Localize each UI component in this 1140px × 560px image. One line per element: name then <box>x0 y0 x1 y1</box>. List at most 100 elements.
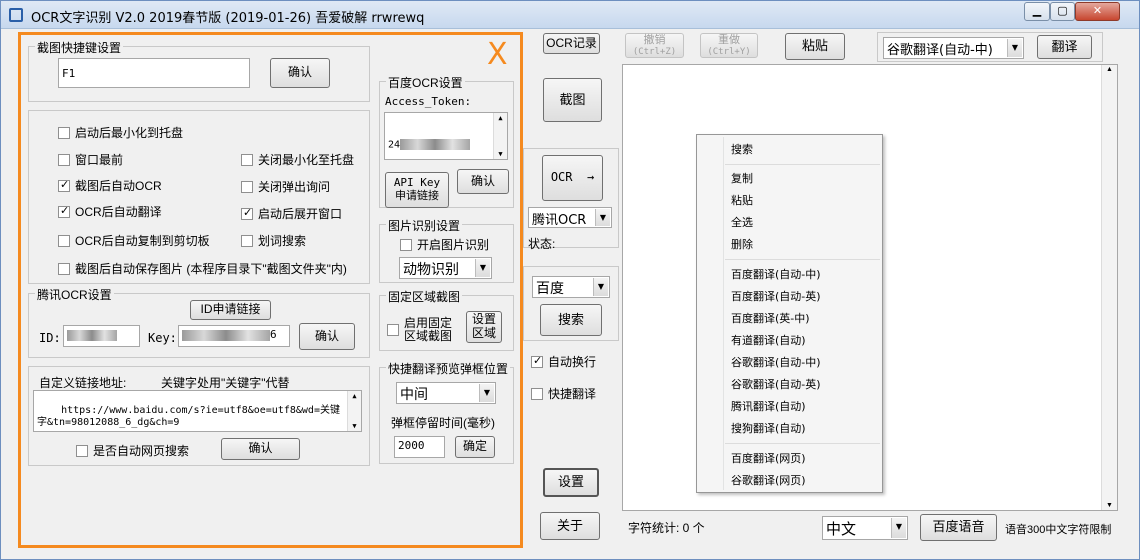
option-min-tray-on-start[interactable]: 启动后最小化到托盘 <box>58 124 183 141</box>
chevron-down-icon[interactable]: ▼ <box>891 518 906 538</box>
quick-translate-option[interactable]: 快捷翻译 <box>531 385 596 402</box>
maximize-button[interactable]: ▢ <box>1050 2 1075 21</box>
menu-item-google-auto-en[interactable]: 谷歌翻译(自动-英) <box>731 376 821 392</box>
menu-item-baidu-auto-zh[interactable]: 百度翻译(自动-中) <box>731 266 821 282</box>
checkbox[interactable] <box>241 180 253 193</box>
enable-fixed-region-option[interactable]: 启用固定 区域截图 <box>387 316 452 343</box>
option-auto-translate[interactable]: OCR后自动翻译 <box>58 203 162 220</box>
selected-value: 谷歌翻译(自动-中) <box>887 43 993 58</box>
scroll-up-arrow-icon[interactable]: ▲ <box>1102 66 1117 73</box>
menu-separator <box>725 164 880 165</box>
checkbox[interactable] <box>58 234 70 247</box>
access-token-scrollbar[interactable]: ▲ ▼ <box>493 113 507 159</box>
scroll-up-arrow-icon[interactable]: ▲ <box>494 114 507 122</box>
settings-button[interactable]: 设置 <box>543 468 599 497</box>
result-scrollbar[interactable]: ▲ ▼ <box>1101 65 1117 510</box>
popup-position-select[interactable]: 中间 ▼ <box>396 382 496 404</box>
option-auto-save[interactable]: 截图后自动保存图片 (本程序目录下"截图文件夹"内) <box>58 260 347 277</box>
checkbox-checked[interactable] <box>58 204 70 218</box>
custom-link-textarea[interactable]: https://www.baidu.com/s?ie=utf8&oe=utf8&… <box>33 390 362 432</box>
status-label: 状态: <box>528 237 556 251</box>
option-topmost[interactable]: 窗口最前 <box>58 151 123 168</box>
translate-button[interactable]: 翻译 <box>1037 35 1092 59</box>
chevron-down-icon[interactable]: ▼ <box>593 278 608 296</box>
baidu-api-key-apply-button[interactable]: API Key 申请链接 <box>385 172 449 208</box>
checkbox[interactable] <box>76 444 88 457</box>
popup-stay-input[interactable]: 2000 <box>394 436 445 458</box>
menu-item-google-web[interactable]: 谷歌翻译(网页) <box>731 472 806 488</box>
menu-item-baidu-auto-en[interactable]: 百度翻译(自动-英) <box>731 288 821 304</box>
checkbox[interactable] <box>58 126 70 139</box>
screenshot-button[interactable]: 截图 <box>543 78 602 122</box>
custom-link-scrollbar[interactable]: ▲ ▼ <box>347 391 361 431</box>
search-engine-select[interactable]: 百度 ▼ <box>532 276 610 298</box>
menu-item-copy[interactable]: 复制 <box>731 170 753 186</box>
custom-link-confirm-button[interactable]: 确认 <box>221 438 300 460</box>
menu-item-paste[interactable]: 粘贴 <box>731 192 753 208</box>
option-word-search[interactable]: 划词搜索 <box>241 232 306 249</box>
enable-image-recognition-option[interactable]: 开启图片识别 <box>400 236 489 253</box>
menu-item-select-all[interactable]: 全选 <box>731 214 753 230</box>
auto-web-search-option[interactable]: 是否自动网页搜索 <box>76 442 189 459</box>
checkbox-checked[interactable] <box>531 354 543 368</box>
scroll-down-arrow-icon[interactable]: ▼ <box>494 150 507 158</box>
search-button[interactable]: 搜索 <box>540 304 602 336</box>
translate-mode-select[interactable]: 谷歌翻译(自动-中) ▼ <box>883 37 1024 59</box>
checkbox[interactable] <box>58 262 70 275</box>
checkbox[interactable] <box>400 238 412 251</box>
checkbox-checked[interactable] <box>58 178 70 192</box>
close-button[interactable]: ✕ <box>1075 2 1120 21</box>
hotkey-confirm-button[interactable]: 确认 <box>270 58 330 88</box>
menu-item-search[interactable]: 搜索 <box>731 141 753 157</box>
option-close-min-tray[interactable]: 关闭最小化至托盘 <box>241 151 354 168</box>
scroll-up-arrow-icon[interactable]: ▲ <box>348 392 361 400</box>
chevron-down-icon[interactable]: ▼ <box>475 259 490 277</box>
menu-item-delete[interactable]: 删除 <box>731 236 753 252</box>
auto-wrap-option[interactable]: 自动换行 <box>531 353 596 370</box>
menu-item-tencent-auto[interactable]: 腾讯翻译(自动) <box>731 398 806 414</box>
baidu-confirm-button[interactable]: 确认 <box>457 169 509 194</box>
menu-item-youdao-auto[interactable]: 有道翻译(自动) <box>731 332 806 348</box>
checkbox[interactable] <box>387 324 399 337</box>
option-close-popup-ask[interactable]: 关闭弹出询问 <box>241 178 330 195</box>
image-recognition-mode-select[interactable]: 动物识别 ▼ <box>399 257 492 279</box>
option-auto-ocr[interactable]: 截图后自动OCR <box>58 177 162 194</box>
access-token-textarea[interactable]: 24 477 ▲▼ <box>384 112 508 160</box>
ocr-record-button[interactable]: OCR记录 <box>543 33 600 54</box>
tencent-id-input[interactable] <box>63 325 140 347</box>
ocr-button[interactable]: OCR → <box>542 155 603 201</box>
about-button[interactable]: 关于 <box>540 512 600 540</box>
title-bar[interactable]: OCR文字识别 V2.0 2019春节版 (2019-01-26) 吾爱破解 r… <box>1 1 1139 29</box>
menu-item-baidu-web[interactable]: 百度翻译(网页) <box>731 450 806 466</box>
chevron-down-icon[interactable]: ▼ <box>595 209 610 226</box>
chevron-down-icon[interactable]: ▼ <box>479 384 494 402</box>
paste-button[interactable]: 粘贴 <box>785 33 845 60</box>
popup-stay-confirm-button[interactable]: 确定 <box>455 436 495 458</box>
checkbox[interactable] <box>58 153 70 166</box>
hotkey-input[interactable]: F1 <box>58 58 250 88</box>
tencent-apply-link-button[interactable]: ID申请链接 <box>190 300 271 320</box>
ocr-engine-select[interactable]: 腾讯OCR ▼ <box>528 207 612 228</box>
menu-item-baidu-en-zh[interactable]: 百度翻译(英-中) <box>731 310 810 326</box>
option-expand-on-start[interactable]: 启动后展开窗口 <box>241 205 342 222</box>
tencent-key-input[interactable]: 6 <box>178 325 290 347</box>
scroll-down-arrow-icon[interactable]: ▼ <box>348 422 361 430</box>
checkbox[interactable] <box>531 387 543 400</box>
scroll-down-arrow-icon[interactable]: ▼ <box>1102 502 1117 509</box>
option-auto-copy[interactable]: OCR后自动复制到剪切板 <box>58 232 210 249</box>
baidu-voice-button[interactable]: 百度语音 <box>920 514 997 541</box>
voice-limit-label: 语音300中文字符限制 <box>1005 524 1112 536</box>
menu-item-sogou-auto[interactable]: 搜狗翻译(自动) <box>731 420 806 436</box>
redo-label: 重做 <box>718 33 740 46</box>
undo-button[interactable]: 撤销 (Ctrl+Z) <box>625 33 684 58</box>
chevron-down-icon[interactable]: ▼ <box>1007 39 1022 57</box>
checkbox[interactable] <box>241 234 253 247</box>
set-region-button[interactable]: 设置 区域 <box>466 311 502 343</box>
tencent-confirm-button[interactable]: 确认 <box>299 323 355 350</box>
redo-button[interactable]: 重做 (Ctrl+Y) <box>700 33 758 58</box>
voice-language-select[interactable]: 中文 ▼ <box>822 516 908 540</box>
minimize-button[interactable]: ▁ <box>1024 2 1050 21</box>
menu-item-google-auto-zh[interactable]: 谷歌翻译(自动-中) <box>731 354 821 370</box>
checkbox[interactable] <box>241 153 253 166</box>
checkbox-checked[interactable] <box>241 206 253 220</box>
